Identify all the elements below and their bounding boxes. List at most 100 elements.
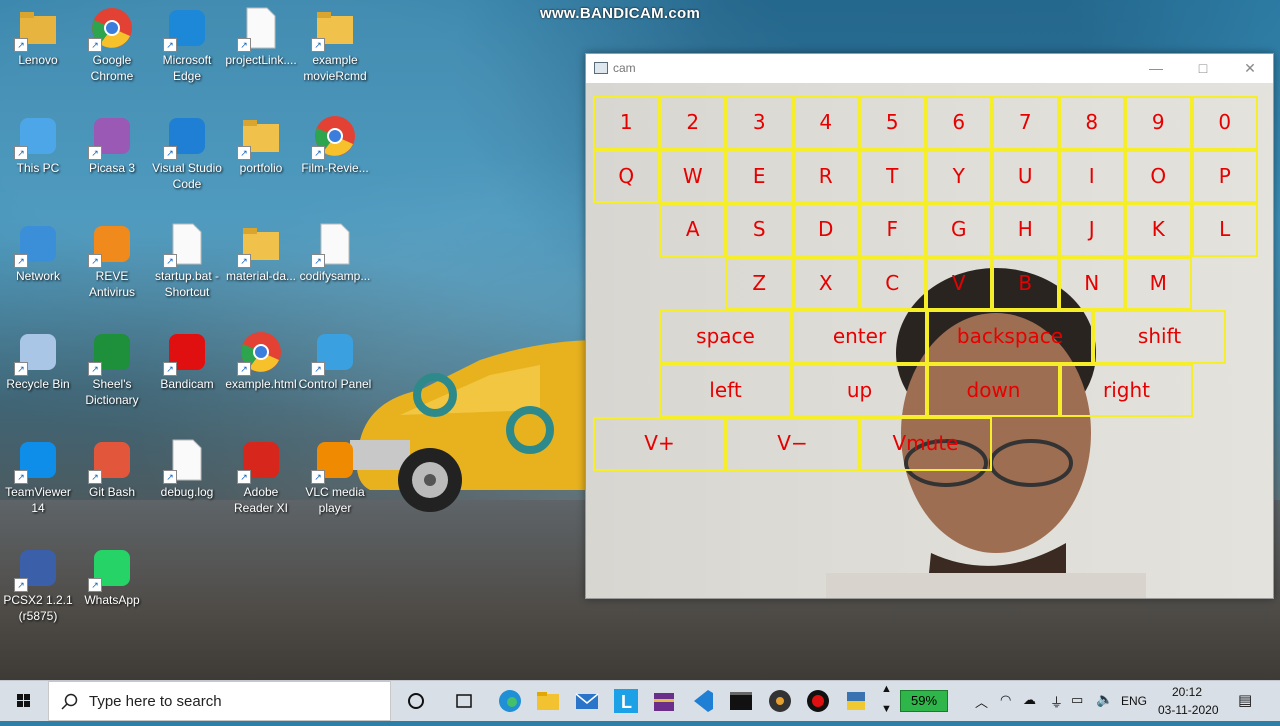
- virtual-key[interactable]: 7: [992, 96, 1059, 150]
- desktop-icon[interactable]: ↗ Lenovo: [0, 0, 76, 68]
- virtual-key[interactable]: T: [859, 149, 926, 203]
- file-explorer-icon[interactable]: [532, 685, 564, 717]
- desktop-icon[interactable]: ↗ Control Panel: [297, 324, 373, 392]
- virtual-key[interactable]: 0: [1191, 96, 1258, 150]
- virtual-key[interactable]: X: [792, 256, 859, 310]
- virtual-key[interactable]: Y: [925, 149, 992, 203]
- virtual-key[interactable]: 1: [593, 96, 660, 150]
- minimize-button[interactable]: —: [1133, 54, 1179, 83]
- desktop-icon[interactable]: ↗ Picasa 3: [74, 108, 150, 176]
- window-titlebar[interactable]: cam — □ ✕: [586, 54, 1273, 83]
- desktop-icon[interactable]: ↗ Microsoft Edge: [149, 0, 225, 84]
- bandicam-taskbar-icon[interactable]: [802, 685, 834, 717]
- tray-up-arrow-icon[interactable]: ▲: [881, 683, 892, 695]
- virtual-key[interactable]: E: [726, 149, 793, 203]
- virtual-key[interactable]: B: [992, 256, 1059, 310]
- desktop-icon[interactable]: ↗ startup.bat - Shortcut: [149, 216, 225, 300]
- virtual-key[interactable]: 6: [925, 96, 992, 150]
- virtual-key[interactable]: O: [1125, 149, 1192, 203]
- desktop-icon[interactable]: ↗ PCSX2 1.2.1 (r5875): [0, 540, 76, 624]
- desktop-icon[interactable]: ↗ example movieRcmd: [297, 0, 373, 84]
- desktop-icon[interactable]: ↗ Google Chrome: [74, 0, 150, 84]
- virtual-key[interactable]: backspace: [927, 310, 1093, 364]
- desktop-icon[interactable]: ↗ Git Bash: [74, 432, 150, 500]
- virtual-key[interactable]: I: [1058, 149, 1125, 203]
- desktop-icon[interactable]: ↗ WhatsApp: [74, 540, 150, 608]
- cloud-icon[interactable]: ☁: [1023, 692, 1036, 708]
- virtual-key[interactable]: V+: [593, 417, 726, 471]
- clock-date[interactable]: 03-11-2020: [1158, 703, 1219, 717]
- virtual-key[interactable]: Q: [593, 149, 660, 203]
- virtual-key[interactable]: L: [1191, 203, 1258, 257]
- virtual-key[interactable]: D: [792, 203, 859, 257]
- virtual-key[interactable]: up: [792, 363, 927, 417]
- virtual-key[interactable]: shift: [1093, 310, 1226, 364]
- wifi-icon[interactable]: ◠: [1000, 692, 1011, 708]
- virtual-key[interactable]: 9: [1125, 96, 1192, 150]
- virtual-key[interactable]: U: [992, 149, 1059, 203]
- desktop-icon[interactable]: ↗ debug.log: [149, 432, 225, 500]
- desktop-icon[interactable]: ↗ example.html: [223, 324, 299, 392]
- cortana-icon[interactable]: [400, 685, 432, 717]
- virtual-key[interactable]: Z: [726, 256, 793, 310]
- virtual-key[interactable]: S: [726, 203, 793, 257]
- desktop-icon[interactable]: ↗ VLC media player: [297, 432, 373, 516]
- usb-icon[interactable]: ⏚: [1050, 692, 1063, 711]
- virtual-key[interactable]: A: [659, 203, 726, 257]
- taskbar-search-box[interactable]: Type here to search: [48, 681, 391, 721]
- virtual-key[interactable]: H: [992, 203, 1059, 257]
- mail-icon[interactable]: [571, 685, 603, 717]
- virtual-key[interactable]: space: [659, 310, 792, 364]
- maximize-button[interactable]: □: [1180, 54, 1226, 83]
- show-hidden-icons-chevron-icon[interactable]: ︿: [975, 692, 988, 711]
- virtual-key[interactable]: N: [1058, 256, 1125, 310]
- close-button[interactable]: ✕: [1227, 54, 1273, 83]
- virtual-key[interactable]: G: [925, 203, 992, 257]
- virtual-key[interactable]: K: [1125, 203, 1192, 257]
- desktop-icon[interactable]: ↗ Film-Revie...: [297, 108, 373, 176]
- virtual-key[interactable]: W: [659, 149, 726, 203]
- desktop-icon[interactable]: ↗ REVE Antivirus: [74, 216, 150, 300]
- desktop-icon[interactable]: ↗ material-da...: [223, 216, 299, 284]
- virtual-key[interactable]: C: [859, 256, 926, 310]
- cam-window[interactable]: cam — □ ✕ 1234567890 QWERTYUIOP ASDFGHJKL Z…: [585, 53, 1274, 599]
- winrar-icon[interactable]: [648, 685, 680, 717]
- terminal-icon[interactable]: [725, 685, 757, 717]
- edge-taskbar-icon[interactable]: [494, 685, 526, 717]
- virtual-key[interactable]: R: [792, 149, 859, 203]
- virtual-key[interactable]: 4: [792, 96, 859, 150]
- battery-meter[interactable]: 59%: [900, 690, 948, 712]
- desktop-icon[interactable]: ↗ Sheel's Dictionary: [74, 324, 150, 408]
- virtual-key[interactable]: V: [925, 256, 992, 310]
- launcher-l-icon[interactable]: L: [610, 685, 642, 717]
- desktop-icon[interactable]: ↗ Adobe Reader XI: [223, 432, 299, 516]
- notification-center-icon[interactable]: ▤: [1238, 691, 1252, 709]
- desktop-icon[interactable]: ↗ Network: [0, 216, 76, 284]
- desktop-icon[interactable]: ↗ Visual Studio Code: [149, 108, 225, 192]
- battery-icon[interactable]: ▭: [1071, 692, 1083, 708]
- virtual-key[interactable]: M: [1125, 256, 1192, 310]
- start-button[interactable]: [0, 681, 48, 721]
- virtual-key[interactable]: down: [927, 363, 1060, 417]
- language-indicator[interactable]: ENG: [1121, 694, 1147, 708]
- virtual-key[interactable]: J: [1058, 203, 1125, 257]
- tray-down-arrow-icon[interactable]: ▼: [881, 703, 892, 715]
- virtual-key[interactable]: Vmute: [859, 417, 992, 471]
- virtual-key[interactable]: enter: [792, 310, 927, 364]
- desktop-icon[interactable]: ↗ Bandicam: [149, 324, 225, 392]
- task-view-icon[interactable]: [448, 685, 480, 717]
- virtual-key[interactable]: 2: [659, 96, 726, 150]
- virtual-key[interactable]: 3: [726, 96, 793, 150]
- media-player-icon[interactable]: [764, 685, 796, 717]
- virtual-key[interactable]: left: [659, 363, 792, 417]
- desktop-icon[interactable]: ↗ projectLink....: [223, 0, 299, 68]
- desktop-icon[interactable]: ↗ This PC: [0, 108, 76, 176]
- clock-time[interactable]: 20:12: [1172, 685, 1202, 699]
- virtual-key[interactable]: right: [1060, 363, 1193, 417]
- python-icon[interactable]: [840, 685, 872, 717]
- virtual-key[interactable]: P: [1191, 149, 1258, 203]
- volume-icon[interactable]: 🔈: [1096, 691, 1113, 708]
- virtual-key[interactable]: 5: [859, 96, 926, 150]
- virtual-key[interactable]: F: [859, 203, 926, 257]
- desktop-icon[interactable]: ↗ portfolio: [223, 108, 299, 176]
